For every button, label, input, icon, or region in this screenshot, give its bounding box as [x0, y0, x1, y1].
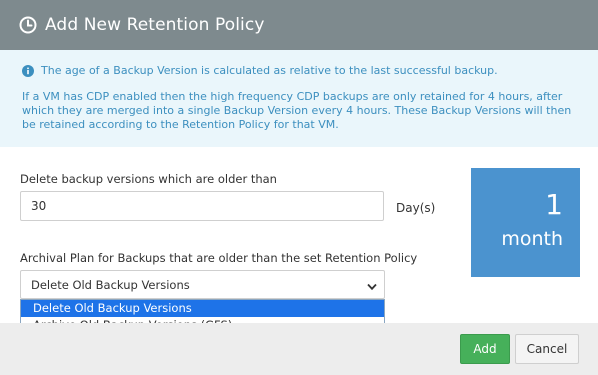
clock-icon [19, 16, 37, 34]
cancel-button[interactable]: Cancel [515, 334, 579, 364]
dialog-title: Add New Retention Policy [45, 15, 265, 35]
retention-days-input[interactable] [20, 191, 384, 221]
chevron-down-icon [367, 280, 377, 291]
dialog-header: Add New Retention Policy [0, 0, 598, 50]
info-icon [22, 65, 34, 77]
archival-label: Archival Plan for Backups that are older… [20, 251, 418, 265]
add-button[interactable]: Add [460, 334, 510, 364]
retention-summary-tile: 1 month [471, 168, 580, 277]
summary-number: 1 [545, 188, 563, 221]
info-line1: The age of a Backup Version is calculate… [41, 64, 498, 77]
info-row: The age of a Backup Version is calculate… [22, 64, 578, 78]
info-paragraph: If a VM has CDP enabled then the high fr… [22, 90, 572, 131]
dropdown-option-delete[interactable]: Delete Old Backup Versions [21, 300, 384, 317]
info-box: The age of a Backup Version is calculate… [0, 50, 598, 147]
retention-unit-label: Day(s) [396, 201, 436, 215]
archival-selected-value: Delete Old Backup Versions [31, 277, 190, 292]
retention-label: Delete backup versions which are older t… [20, 172, 277, 186]
summary-unit: month [501, 228, 563, 250]
archival-plan-select[interactable]: Delete Old Backup Versions [20, 270, 385, 299]
